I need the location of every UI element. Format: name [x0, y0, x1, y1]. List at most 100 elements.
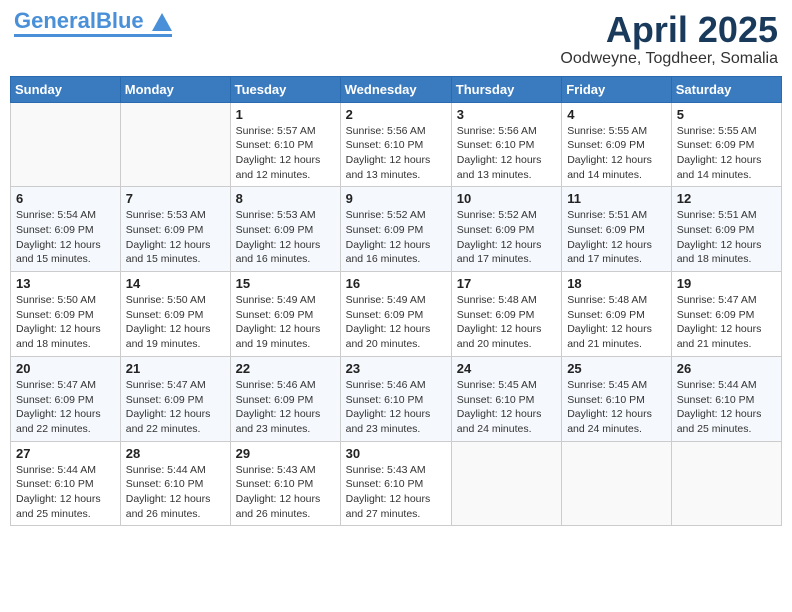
calendar-cell: 10 Sunrise: 5:52 AM Sunset: 6:09 PM Dayli…	[451, 187, 561, 272]
day-number: 9	[346, 191, 446, 206]
day-info: Sunrise: 5:43 AM Sunset: 6:10 PM Dayligh…	[346, 463, 446, 522]
weekday-header: Tuesday	[230, 76, 340, 102]
calendar-cell: 11 Sunrise: 5:51 AM Sunset: 6:09 PM Dayli…	[562, 187, 672, 272]
day-info: Sunrise: 5:46 AM Sunset: 6:09 PM Dayligh…	[236, 378, 335, 437]
calendar-cell	[562, 441, 672, 526]
day-number: 5	[677, 107, 776, 122]
day-number: 17	[457, 276, 556, 291]
weekday-header: Monday	[120, 76, 230, 102]
calendar-cell: 22 Sunrise: 5:46 AM Sunset: 6:09 PM Dayli…	[230, 356, 340, 441]
calendar-week-row: 13 Sunrise: 5:50 AM Sunset: 6:09 PM Dayli…	[11, 272, 782, 357]
calendar-cell: 6 Sunrise: 5:54 AM Sunset: 6:09 PM Daylig…	[11, 187, 121, 272]
calendar-cell: 27Sunrise: 5:44 AM Sunset: 6:10 PM Dayli…	[11, 441, 121, 526]
logo-blue: Blue	[96, 8, 144, 33]
day-number: 15	[236, 276, 335, 291]
calendar-cell	[120, 102, 230, 187]
calendar-week-row: 6 Sunrise: 5:54 AM Sunset: 6:09 PM Daylig…	[11, 187, 782, 272]
calendar-cell: 14 Sunrise: 5:50 AM Sunset: 6:09 PM Dayli…	[120, 272, 230, 357]
day-number: 4	[567, 107, 666, 122]
logo-general: General	[14, 8, 96, 33]
day-info: Sunrise: 5:53 AM Sunset: 6:09 PM Dayligh…	[236, 208, 335, 267]
calendar-cell: 12Sunrise: 5:51 AM Sunset: 6:09 PM Dayli…	[671, 187, 781, 272]
day-info: Sunrise: 5:46 AM Sunset: 6:10 PM Dayligh…	[346, 378, 446, 437]
day-info: Sunrise: 5:44 AM Sunset: 6:10 PM Dayligh…	[126, 463, 225, 522]
day-number: 8	[236, 191, 335, 206]
calendar-week-row: 27Sunrise: 5:44 AM Sunset: 6:10 PM Dayli…	[11, 441, 782, 526]
day-info: Sunrise: 5:52 AM Sunset: 6:09 PM Dayligh…	[457, 208, 556, 267]
day-info: Sunrise: 5:54 AM Sunset: 6:09 PM Dayligh…	[16, 208, 115, 267]
logo-triangle-icon	[152, 13, 172, 31]
day-number: 21	[126, 361, 225, 376]
calendar-cell: 20 Sunrise: 5:47 AM Sunset: 6:09 PM Dayli…	[11, 356, 121, 441]
day-number: 13	[16, 276, 115, 291]
logo-underline	[14, 34, 172, 37]
calendar-cell: 24Sunrise: 5:45 AM Sunset: 6:10 PM Dayli…	[451, 356, 561, 441]
day-number: 23	[346, 361, 446, 376]
weekday-header: Wednesday	[340, 76, 451, 102]
day-info: Sunrise: 5:44 AM Sunset: 6:10 PM Dayligh…	[16, 463, 115, 522]
day-info: Sunrise: 5:49 AM Sunset: 6:09 PM Dayligh…	[236, 293, 335, 352]
day-info: Sunrise: 5:45 AM Sunset: 6:10 PM Dayligh…	[567, 378, 666, 437]
calendar-cell: 28Sunrise: 5:44 AM Sunset: 6:10 PM Dayli…	[120, 441, 230, 526]
day-number: 20	[16, 361, 115, 376]
day-number: 26	[677, 361, 776, 376]
day-info: Sunrise: 5:43 AM Sunset: 6:10 PM Dayligh…	[236, 463, 335, 522]
title-area: April 2025 Oodweyne, Togdheer, Somalia	[560, 10, 778, 68]
day-info: Sunrise: 5:55 AM Sunset: 6:09 PM Dayligh…	[567, 124, 666, 183]
day-info: Sunrise: 5:52 AM Sunset: 6:09 PM Dayligh…	[346, 208, 446, 267]
calendar-cell: 18Sunrise: 5:48 AM Sunset: 6:09 PM Dayli…	[562, 272, 672, 357]
day-info: Sunrise: 5:47 AM Sunset: 6:09 PM Dayligh…	[16, 378, 115, 437]
calendar-cell: 26 Sunrise: 5:44 AM Sunset: 6:10 PM Dayli…	[671, 356, 781, 441]
location: Oodweyne, Togdheer, Somalia	[560, 50, 778, 68]
day-info: Sunrise: 5:49 AM Sunset: 6:09 PM Dayligh…	[346, 293, 446, 352]
calendar-cell: 8 Sunrise: 5:53 AM Sunset: 6:09 PM Daylig…	[230, 187, 340, 272]
calendar-week-row: 1 Sunrise: 5:57 AM Sunset: 6:10 PM Daylig…	[11, 102, 782, 187]
logo-text: GeneralBlue	[14, 10, 172, 32]
day-number: 22	[236, 361, 335, 376]
calendar-cell: 9 Sunrise: 5:52 AM Sunset: 6:09 PM Daylig…	[340, 187, 451, 272]
calendar-week-row: 20 Sunrise: 5:47 AM Sunset: 6:09 PM Dayli…	[11, 356, 782, 441]
day-number: 11	[567, 191, 666, 206]
calendar-cell: 5 Sunrise: 5:55 AM Sunset: 6:09 PM Daylig…	[671, 102, 781, 187]
day-info: Sunrise: 5:51 AM Sunset: 6:09 PM Dayligh…	[567, 208, 666, 267]
calendar-cell: 7 Sunrise: 5:53 AM Sunset: 6:09 PM Daylig…	[120, 187, 230, 272]
day-info: Sunrise: 5:44 AM Sunset: 6:10 PM Dayligh…	[677, 378, 776, 437]
day-info: Sunrise: 5:48 AM Sunset: 6:09 PM Dayligh…	[457, 293, 556, 352]
calendar-cell: 4 Sunrise: 5:55 AM Sunset: 6:09 PM Daylig…	[562, 102, 672, 187]
weekday-header: Saturday	[671, 76, 781, 102]
calendar-cell: 23 Sunrise: 5:46 AM Sunset: 6:10 PM Dayli…	[340, 356, 451, 441]
calendar-cell	[671, 441, 781, 526]
day-info: Sunrise: 5:57 AM Sunset: 6:10 PM Dayligh…	[236, 124, 335, 183]
weekday-header: Sunday	[11, 76, 121, 102]
day-info: Sunrise: 5:51 AM Sunset: 6:09 PM Dayligh…	[677, 208, 776, 267]
calendar-table: SundayMondayTuesdayWednesdayThursdayFrid…	[10, 76, 782, 527]
day-number: 1	[236, 107, 335, 122]
calendar-cell: 19Sunrise: 5:47 AM Sunset: 6:09 PM Dayli…	[671, 272, 781, 357]
day-number: 25	[567, 361, 666, 376]
weekday-header: Thursday	[451, 76, 561, 102]
calendar-cell: 25 Sunrise: 5:45 AM Sunset: 6:10 PM Dayli…	[562, 356, 672, 441]
day-number: 10	[457, 191, 556, 206]
day-info: Sunrise: 5:55 AM Sunset: 6:09 PM Dayligh…	[677, 124, 776, 183]
calendar-cell	[451, 441, 561, 526]
day-number: 7	[126, 191, 225, 206]
calendar-cell: 1 Sunrise: 5:57 AM Sunset: 6:10 PM Daylig…	[230, 102, 340, 187]
calendar-cell	[11, 102, 121, 187]
weekday-header: Friday	[562, 76, 672, 102]
day-number: 6	[16, 191, 115, 206]
day-number: 14	[126, 276, 225, 291]
day-info: Sunrise: 5:53 AM Sunset: 6:09 PM Dayligh…	[126, 208, 225, 267]
calendar-cell: 2Sunrise: 5:56 AM Sunset: 6:10 PM Daylig…	[340, 102, 451, 187]
day-info: Sunrise: 5:47 AM Sunset: 6:09 PM Dayligh…	[126, 378, 225, 437]
page-header: GeneralBlue April 2025 Oodweyne, Togdhee…	[10, 10, 782, 68]
day-info: Sunrise: 5:56 AM Sunset: 6:10 PM Dayligh…	[346, 124, 446, 183]
day-number: 19	[677, 276, 776, 291]
calendar-cell: 15 Sunrise: 5:49 AM Sunset: 6:09 PM Dayli…	[230, 272, 340, 357]
day-info: Sunrise: 5:50 AM Sunset: 6:09 PM Dayligh…	[16, 293, 115, 352]
calendar-header-row: SundayMondayTuesdayWednesdayThursdayFrid…	[11, 76, 782, 102]
calendar-cell: 13 Sunrise: 5:50 AM Sunset: 6:09 PM Dayli…	[11, 272, 121, 357]
calendar-cell: 21 Sunrise: 5:47 AM Sunset: 6:09 PM Dayli…	[120, 356, 230, 441]
day-number: 3	[457, 107, 556, 122]
day-info: Sunrise: 5:50 AM Sunset: 6:09 PM Dayligh…	[126, 293, 225, 352]
day-number: 24	[457, 361, 556, 376]
